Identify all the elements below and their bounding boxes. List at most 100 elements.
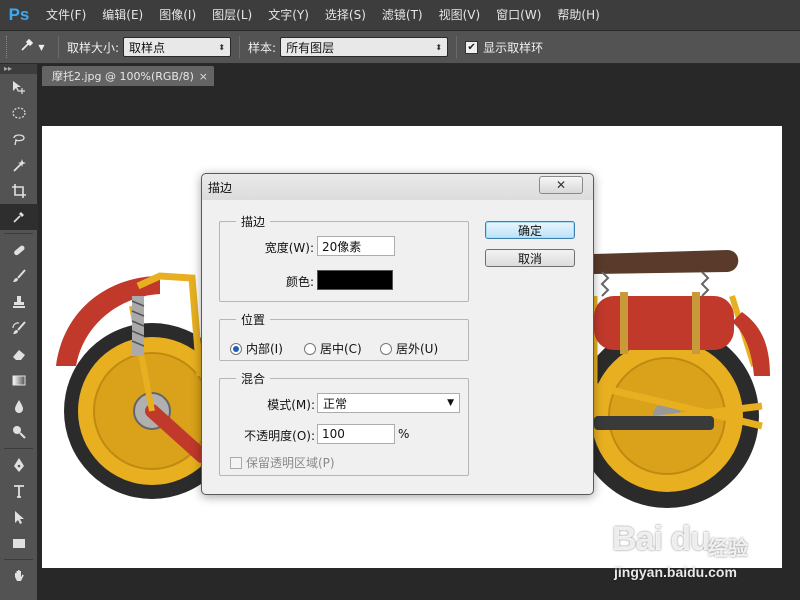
cancel-button-label: 取消 <box>517 251 542 266</box>
menu-file[interactable]: 文件(F) <box>38 0 94 30</box>
menu-type[interactable]: 文字(Y) <box>260 0 317 30</box>
dialog-body: 描边 宽度(W): 20像素 颜色: 位置 内部(I) 居中(C) 居外(U) <box>208 200 588 490</box>
magic-wand-tool-icon[interactable] <box>0 152 38 178</box>
options-separator <box>58 36 59 58</box>
position-center-radio[interactable]: 居中(C) <box>304 340 362 357</box>
width-label: 宽度(W): <box>264 241 314 255</box>
rectangle-tool-icon[interactable] <box>0 530 38 556</box>
blend-group: 混合 模式(M): 正常 ▼ 不透明度(O): 100 % 保留透明区域(P) <box>219 370 469 476</box>
position-inside-radio[interactable]: 内部(I) <box>230 340 283 357</box>
sample-select[interactable]: 所有图层 ⬍ <box>280 37 449 57</box>
menu-layer[interactable]: 图层(L) <box>204 0 260 30</box>
clone-stamp-tool-icon[interactable] <box>0 289 38 315</box>
cancel-button[interactable]: 取消 <box>485 249 575 267</box>
document-tab[interactable]: 摩托2.jpg @ 100%(RGB/8) × <box>42 66 214 86</box>
eyedropper-tool-icon[interactable] <box>0 204 38 230</box>
menu-select[interactable]: 选择(S) <box>317 0 374 30</box>
menu-items: 文件(F) 编辑(E) 图像(I) 图层(L) 文字(Y) 选择(S) 滤镜(T… <box>38 0 608 30</box>
stroke-group-title: 描边 <box>236 213 271 230</box>
opacity-label: 不透明度(O): <box>244 429 315 443</box>
blend-mode-select[interactable]: 正常 ▼ <box>317 393 460 413</box>
menu-view[interactable]: 视图(V) <box>431 0 489 30</box>
blur-tool-icon[interactable] <box>0 393 38 419</box>
gradient-tool-icon[interactable] <box>0 367 38 393</box>
sample-value: 所有图层 <box>286 40 335 55</box>
close-icon: ✕ <box>555 178 567 192</box>
healing-brush-tool-icon[interactable] <box>0 237 38 263</box>
menu-window[interactable]: 窗口(W) <box>488 0 549 30</box>
photoshop-logo: Ps <box>8 5 30 24</box>
width-input[interactable]: 20像素 <box>317 236 395 256</box>
history-brush-tool-icon[interactable] <box>0 315 38 341</box>
dialog-title: 描边 <box>208 181 233 195</box>
preserve-transparency-checkbox: 保留透明区域(P) <box>230 454 335 471</box>
menu-help[interactable]: 帮助(H) <box>549 0 607 30</box>
chevron-down-icon: ▼ <box>38 42 45 52</box>
menu-edit[interactable]: 编辑(E) <box>94 0 151 30</box>
mode-label: 模式(M): <box>267 398 315 412</box>
opacity-value: 100 <box>322 427 345 441</box>
sample-size-select[interactable]: 取样点 ⬍ <box>123 37 232 57</box>
position-outside-radio[interactable]: 居外(U) <box>380 340 438 357</box>
sample-size-value: 取样点 <box>129 40 166 55</box>
close-icon[interactable]: × <box>199 70 208 83</box>
options-bar: ▼ 取样大小: 取样点 ⬍ 样本: 所有图层 ⬍ ✔ 显示取样环 <box>0 30 800 64</box>
opacity-input[interactable]: 100 <box>317 424 395 444</box>
tool-separator <box>4 233 33 234</box>
chevron-down-icon: ▼ <box>447 398 454 408</box>
blend-group-title: 混合 <box>236 370 271 387</box>
position-outside-label: 居外(U) <box>396 342 439 356</box>
watermark-url: jingyan.baidu.com <box>614 564 737 580</box>
tool-separator <box>4 448 33 449</box>
move-tool-icon[interactable] <box>0 74 38 100</box>
eyedropper-icon <box>19 37 35 57</box>
lasso-tool-icon[interactable] <box>0 126 38 152</box>
dodge-tool-icon[interactable] <box>0 419 38 445</box>
show-ring-checkbox[interactable]: ✔ <box>465 40 479 54</box>
eraser-tool-icon[interactable] <box>0 341 38 367</box>
select-arrows-icon: ⬍ <box>218 42 226 52</box>
sample-label: 样本: <box>248 40 277 55</box>
position-group-title: 位置 <box>236 311 271 328</box>
width-value: 20像素 <box>322 239 362 254</box>
watermark-sub: 经验 <box>708 538 748 560</box>
pen-tool-icon[interactable] <box>0 452 38 478</box>
position-center-label: 居中(C) <box>320 342 362 356</box>
brush-tool-icon[interactable] <box>0 263 38 289</box>
position-group: 位置 内部(I) 居中(C) 居外(U) <box>219 311 469 361</box>
stroke-group: 描边 宽度(W): 20像素 颜色: <box>219 213 469 302</box>
checkbox-icon <box>230 456 242 469</box>
ok-button[interactable]: 确定 <box>485 221 575 239</box>
type-tool-icon[interactable] <box>0 478 38 504</box>
position-inside-label: 内部(I) <box>246 342 283 356</box>
blend-mode-value: 正常 <box>323 396 348 411</box>
select-arrows-icon: ⬍ <box>435 42 443 52</box>
path-selection-tool-icon[interactable] <box>0 504 38 530</box>
preserve-transparency-label: 保留透明区域(P) <box>246 456 335 470</box>
stroke-color-swatch[interactable] <box>317 270 393 290</box>
hand-tool-icon[interactable] <box>0 563 38 589</box>
baidu-watermark: Bai du 经验 jingyan.baidu.com <box>612 512 782 584</box>
watermark-brand: Bai du <box>612 520 711 558</box>
stroke-dialog: 描边 ✕ 描边 宽度(W): 20像素 颜色: 位置 内部(I) 居中(C) 居… <box>201 173 594 495</box>
options-separator <box>239 36 241 58</box>
sample-size-label: 取样大小: <box>67 40 120 55</box>
dialog-close-button[interactable]: ✕ <box>539 176 583 194</box>
document-tab-label: 摩托2.jpg @ 100%(RGB/8) <box>52 70 194 83</box>
tools-panel: ▸▸ <box>0 64 38 600</box>
marquee-tool-icon[interactable] <box>0 100 38 126</box>
tool-preset-picker[interactable]: ▼ <box>14 35 50 59</box>
dialog-titlebar[interactable]: 描边 ✕ <box>202 174 593 200</box>
menu-filter[interactable]: 滤镜(T) <box>374 0 431 30</box>
radio-unselected-icon <box>380 342 392 355</box>
tool-separator <box>4 559 33 560</box>
color-label: 颜色: <box>285 275 314 289</box>
crop-tool-icon[interactable] <box>0 178 38 204</box>
options-bar-grip[interactable] <box>6 36 14 58</box>
menu-image[interactable]: 图像(I) <box>151 0 204 30</box>
ok-button-label: 确定 <box>517 223 542 238</box>
show-ring-label: 显示取样环 <box>483 40 544 55</box>
panel-collapse-icon[interactable]: ▸▸ <box>0 64 37 74</box>
radio-unselected-icon <box>304 342 316 355</box>
menu-bar: Ps 文件(F) 编辑(E) 图像(I) 图层(L) 文字(Y) 选择(S) 滤… <box>0 0 800 30</box>
